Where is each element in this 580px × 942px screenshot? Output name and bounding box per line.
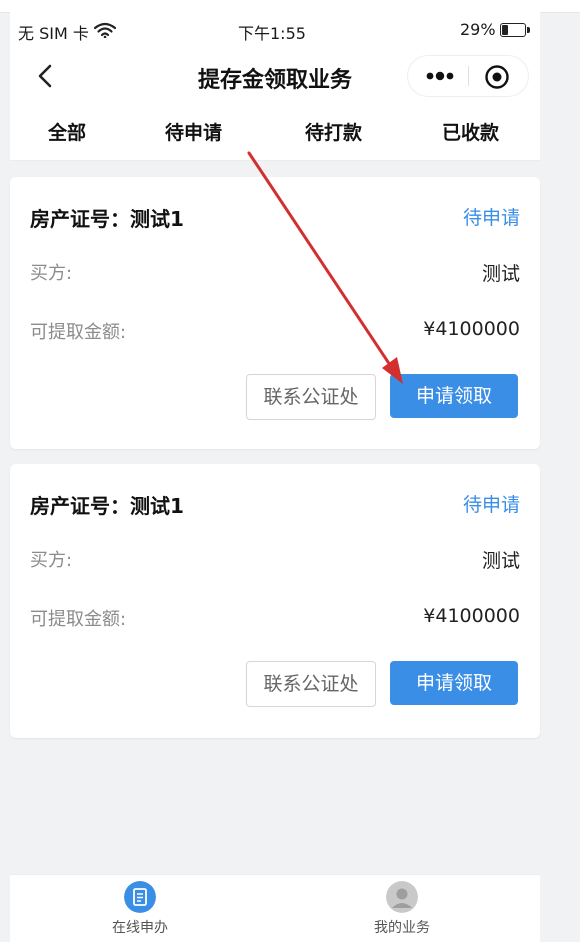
wifi-icon bbox=[94, 22, 116, 38]
certificate-number: 房产证号：测试1 bbox=[30, 207, 184, 231]
nav-bar: 提存金领取业务 bbox=[10, 48, 540, 104]
carrier-text: 无 SIM 卡 bbox=[18, 24, 89, 43]
buyer-label: 买方: bbox=[30, 550, 73, 571]
tab-pending-payment[interactable]: 待打款 bbox=[305, 118, 362, 145]
status-bar: 无 SIM 卡 下午1:55 29% bbox=[10, 12, 540, 48]
battery-icon bbox=[500, 23, 530, 37]
bottom-nav-label: 在线申办 bbox=[112, 920, 168, 936]
amount-value: ¥4100000 bbox=[423, 605, 520, 627]
bottom-nav-online-apply[interactable]: 在线申办 bbox=[70, 881, 210, 937]
amount-value: ¥4100000 bbox=[423, 318, 520, 340]
mini-program-capsule bbox=[408, 56, 528, 96]
phone-screen: 无 SIM 卡 下午1:55 29% 提存金领取业务 全部 待申请 待打款 已收… bbox=[10, 12, 540, 942]
status-badge: 待申请 bbox=[462, 494, 520, 516]
buyer-value: 测试 bbox=[481, 550, 520, 572]
tab-received[interactable]: 已收款 bbox=[442, 118, 499, 145]
contact-notary-button[interactable]: 联系公证处 bbox=[246, 374, 376, 420]
battery-percent: 29% bbox=[460, 20, 496, 39]
close-miniprogram-icon[interactable] bbox=[484, 64, 510, 90]
capsule-divider bbox=[468, 66, 469, 86]
status-badge: 待申请 bbox=[462, 207, 520, 229]
amount-label: 可提取金额: bbox=[30, 609, 127, 630]
buyer-label: 买方: bbox=[30, 263, 73, 284]
amount-label: 可提取金额: bbox=[30, 322, 127, 343]
status-tabs: 全部 待申请 待打款 已收款 bbox=[10, 104, 540, 161]
user-avatar-icon bbox=[386, 881, 418, 913]
tab-all[interactable]: 全部 bbox=[48, 118, 86, 145]
apply-claim-button[interactable]: 申请领取 bbox=[390, 374, 518, 418]
bottom-nav-my-business[interactable]: 我的业务 bbox=[332, 881, 472, 937]
certificate-number: 房产证号：测试1 bbox=[30, 494, 184, 518]
business-card: 房产证号：测试1 待申请 买方: 测试 可提取金额: ¥4100000 联系公证… bbox=[10, 464, 540, 738]
document-icon bbox=[124, 881, 156, 913]
tab-pending-apply[interactable]: 待申请 bbox=[165, 118, 222, 145]
clock-text: 下午1:55 bbox=[238, 24, 306, 43]
bottom-nav-label: 我的业务 bbox=[374, 920, 430, 936]
buyer-value: 测试 bbox=[481, 263, 520, 285]
bottom-nav: 在线申办 我的业务 bbox=[10, 874, 540, 942]
business-card: 房产证号：测试1 待申请 买方: 测试 可提取金额: ¥4100000 联系公证… bbox=[10, 177, 540, 449]
contact-notary-button[interactable]: 联系公证处 bbox=[246, 661, 376, 707]
more-icon[interactable] bbox=[422, 66, 458, 86]
apply-claim-button[interactable]: 申请领取 bbox=[390, 661, 518, 705]
